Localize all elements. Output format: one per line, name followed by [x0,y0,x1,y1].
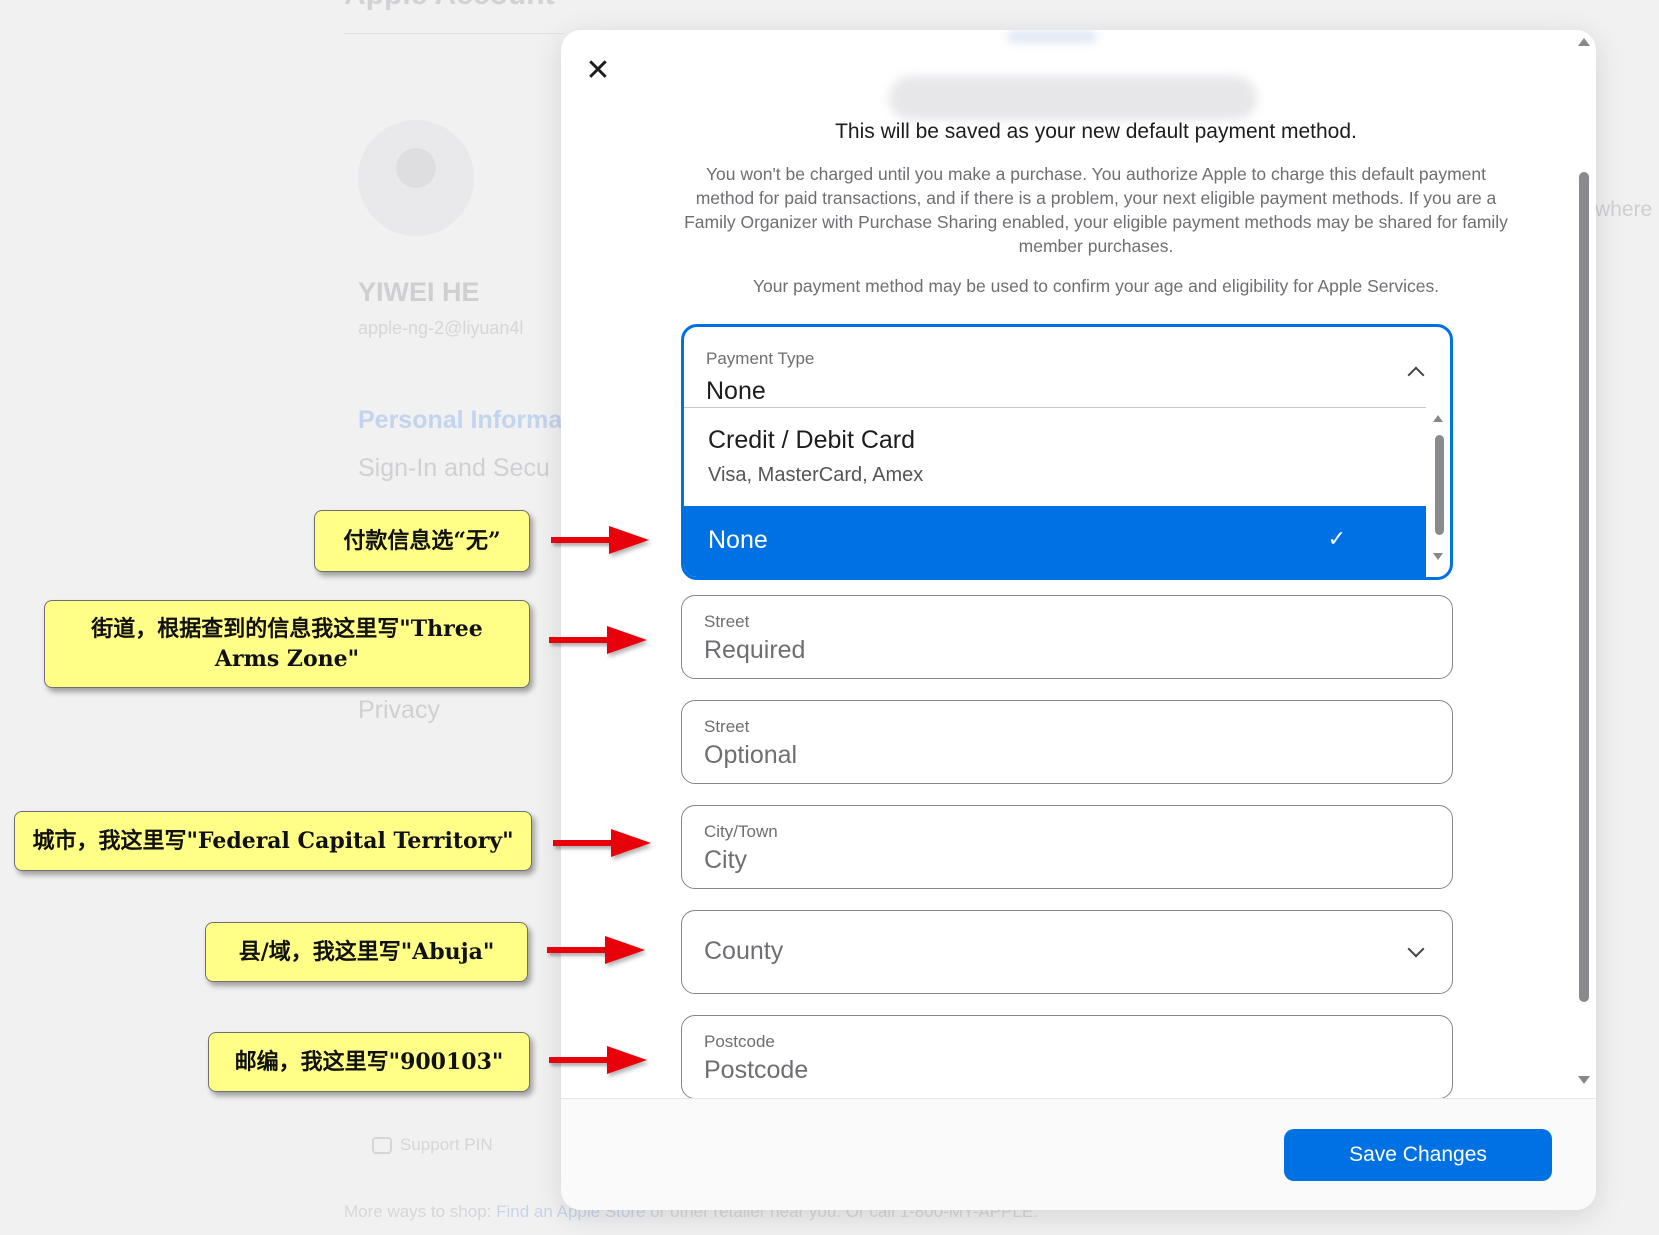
footer-prefix: More ways to shop: [344,1202,497,1221]
modal-top-blur [1007,30,1097,44]
city-field[interactable]: City/Town City [681,805,1453,889]
modal-scrollbar[interactable] [1579,172,1589,1002]
background-right-text: where [1595,198,1653,221]
close-icon[interactable]: ✕ [583,56,613,86]
postcode-placeholder: Postcode [704,1056,809,1084]
chevron-up-icon[interactable] [1407,366,1425,384]
street-placeholder: Optional [704,741,798,769]
modal-title-blurred [889,76,1257,120]
nav-item-sign-in-security[interactable]: Sign-In and Secu [358,454,550,483]
street-label: Street [704,717,750,736]
street-placeholder: Required [704,636,806,664]
option-title: Credit / Debit Card [708,426,916,454]
payment-type-value: None [706,377,766,405]
user-name: YIWEI HE [358,277,480,307]
street-optional-field[interactable]: Street Optional [681,700,1453,784]
payment-type-select[interactable]: Payment Type None Credit / Debit Card Vi… [681,324,1453,580]
title-divider [344,33,564,34]
list-scroll-up-arrow[interactable] [1433,415,1443,422]
annotation-street: 街道，根据查到的信息我这里写"Three Arms Zone" [44,600,530,688]
nav-item-privacy[interactable]: Privacy [358,696,440,725]
avatar [358,120,474,236]
payment-method-modal: ✕ This will be saved as your new default… [561,30,1596,1210]
city-placeholder: City [704,846,748,874]
list-scrollbar[interactable] [1435,435,1444,535]
save-changes-button[interactable]: Save Changes [1284,1129,1552,1181]
default-payment-note: This will be saved as your new default p… [835,120,1357,143]
chevron-down-icon[interactable] [1407,940,1425,958]
modal-scroll-up-arrow[interactable] [1578,38,1590,46]
payment-type-label: Payment Type [706,349,815,368]
support-pin-icon [372,1137,392,1154]
charge-disclaimer: You won't be charged until you make a pu… [684,164,1508,256]
annotation-county: 县/域，我这里写"Abuja" [205,922,528,982]
page-title: Apple Account [344,0,555,12]
user-email: apple-ng-2@liyuan4l [358,318,524,338]
option-credit-debit-card[interactable]: Credit / Debit Card Visa, MasterCard, Am… [684,408,1426,506]
postcode-label: Postcode [704,1032,775,1051]
postcode-field[interactable]: Postcode Postcode [681,1015,1453,1099]
modal-scroll-down-arrow[interactable] [1578,1076,1590,1084]
nav-item-personal-information[interactable]: Personal Informa [358,406,562,435]
street-label: Street [704,612,750,631]
county-select[interactable]: County [681,910,1453,994]
list-scroll-down-arrow[interactable] [1433,553,1443,560]
annotation-postcode: 邮编，我这里写"900103" [208,1032,530,1092]
county-placeholder: County [704,937,784,965]
annotation-payment: 付款信息选“无” [314,510,530,572]
option-title: None [708,526,768,554]
option-none[interactable]: None ✓ [684,506,1426,577]
modal-footer: Save Changes [561,1098,1596,1210]
support-pin-link[interactable]: Support PIN [400,1135,493,1155]
annotation-city: 城市，我这里写"Federal Capital Territory" [14,811,532,871]
option-subtitle: Visa, MasterCard, Amex [708,464,924,486]
checkmark-icon: ✓ [1327,526,1346,551]
street-required-field[interactable]: Street Required [681,595,1453,679]
age-eligibility-note: Your payment method may be used to confi… [752,276,1440,296]
city-label: City/Town [704,822,778,841]
